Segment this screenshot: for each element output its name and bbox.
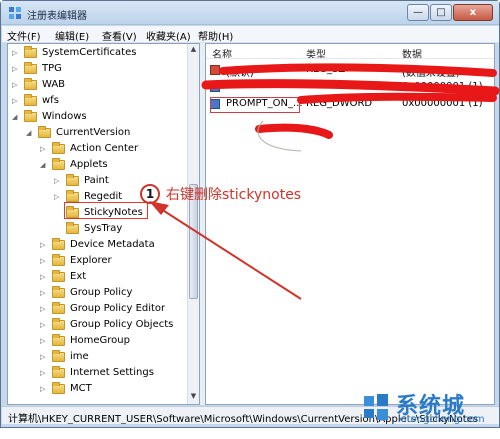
site-watermark: 系统城 xitongcheng.com <box>360 384 500 436</box>
annotation-arrow <box>149 201 302 300</box>
regedit-window: 注册表编辑器 — □ x 文件(F) 编辑(E) 查看(V) 收藏夹(A) 帮助… <box>0 0 500 428</box>
watermark-domain: xitongcheng.com <box>398 414 485 425</box>
annotation-caption: 右键删除stickynotes <box>166 187 302 203</box>
brand-logo-icon <box>364 394 388 420</box>
step-number-badge: 1 <box>140 184 160 204</box>
